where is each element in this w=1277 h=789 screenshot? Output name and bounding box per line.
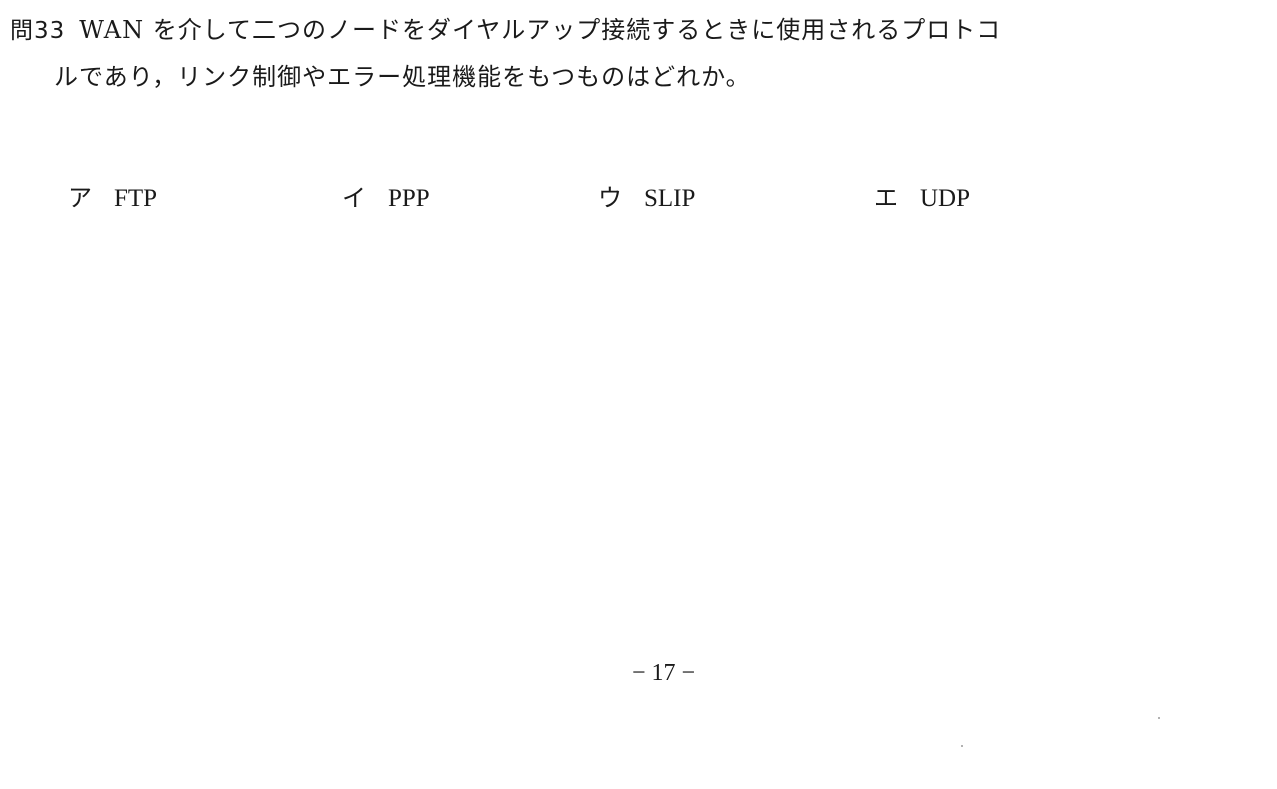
option-text: UDP bbox=[920, 185, 971, 212]
option-text: SLIP bbox=[644, 185, 696, 212]
exam-page: 問33 WAN を介して二つのノードをダイヤルアップ接続するときに使用されるプロト… bbox=[0, 0, 1277, 789]
option-e[interactable]: エ UDP bbox=[874, 178, 970, 219]
option-a[interactable]: ア FTP bbox=[68, 178, 157, 219]
option-text: FTP bbox=[114, 185, 158, 212]
question-block: 問33 WAN を介して二つのノードをダイヤルアップ接続するときに使用されるプロト… bbox=[10, 8, 1250, 99]
option-mark: エ bbox=[874, 184, 898, 212]
question-text-line-1: WAN を介して二つのノードをダイヤルアップ接続するときに使用されるプロトコ bbox=[79, 16, 1002, 44]
option-i[interactable]: イ PPP bbox=[342, 178, 430, 219]
option-mark: イ bbox=[342, 184, 366, 212]
page-number-text: − 17 − bbox=[631, 660, 696, 686]
option-text: PPP bbox=[388, 185, 430, 212]
option-mark: ウ bbox=[598, 184, 622, 212]
option-u[interactable]: ウ SLIP bbox=[598, 178, 695, 219]
scan-speck bbox=[961, 745, 963, 747]
scan-speck bbox=[1158, 717, 1160, 719]
question-line-2: ルであり，リンク制御やエラー処理機能をもつものはどれか。 bbox=[10, 55, 1250, 99]
question-line-1: 問33 WAN を介して二つのノードをダイヤルアップ接続するときに使用されるプロト… bbox=[10, 8, 1250, 53]
question-number: 問33 bbox=[10, 18, 66, 44]
option-mark: ア bbox=[68, 184, 92, 212]
question-text-line-2: ルであり，リンク制御やエラー処理機能をもつものはどれか。 bbox=[54, 63, 751, 91]
page-number: − 17 − bbox=[0, 655, 1277, 691]
answer-options: ア FTP イ PPP ウ SLIP エ UDP bbox=[0, 178, 1277, 218]
